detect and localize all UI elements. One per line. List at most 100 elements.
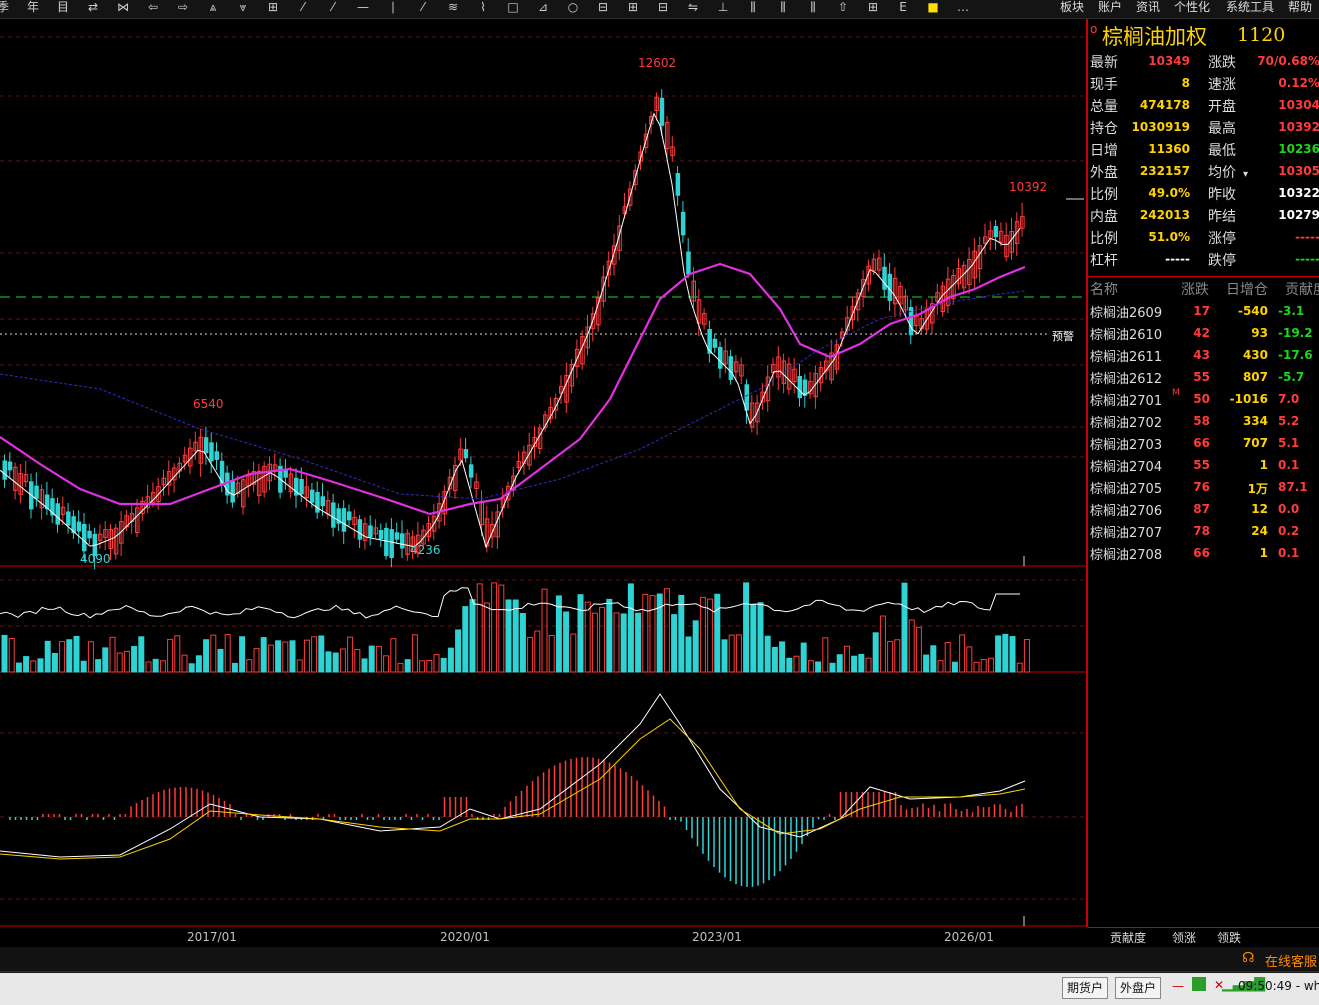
arrow-up-tool-icon[interactable]: ⇧ [830, 0, 856, 16]
volume-bar [800, 642, 807, 673]
menu-item[interactable]: 个性化 [1174, 0, 1210, 14]
vline-tool-icon[interactable]: ∣ [380, 0, 406, 16]
volume-bar [347, 636, 354, 673]
contract-row[interactable]: 棕榈油2702 58 334 5.2 [1088, 412, 1319, 434]
contract-row[interactable]: 棕榈油2610 42 93 -19.2 [1088, 324, 1319, 346]
keyboard-icon[interactable] [1192, 977, 1206, 991]
e-tool-icon[interactable]: E [890, 0, 916, 16]
contract-row[interactable]: 棕榈油2704 55 1 0.1 [1088, 456, 1319, 478]
headset-icon[interactable]: ☊ [1242, 950, 1254, 966]
up-icon[interactable]: ⩓ [200, 0, 226, 16]
quote-value: ----- [1165, 252, 1190, 266]
crosshair-icon[interactable]: ⊞ [260, 0, 286, 16]
contract-row[interactable]: 棕榈油2612 55 807 -5.7 [1088, 368, 1319, 390]
volume-bar [447, 647, 454, 673]
contract-oi-change: 430 [1242, 348, 1268, 362]
contract-row[interactable]: 棕榈油2611 43 430 -17.6 [1088, 346, 1319, 368]
contract-row[interactable]: 棕榈油2707 78 24 0.2 [1088, 522, 1319, 544]
header-change: 涨跌 [1181, 282, 1209, 298]
bar-tool-icon[interactable]: ⫼ [740, 0, 766, 16]
contract-row[interactable]: 棕榈油2609 17 -540 -3.1 [1088, 302, 1319, 324]
volume-bar [303, 639, 310, 673]
quote-row: 现手 8 速涨 0.12% [1088, 74, 1319, 96]
line-tool-icon[interactable]: ⁄ [290, 0, 316, 16]
circle-tool-icon[interactable]: ○ [560, 0, 586, 16]
fib-tool-icon[interactable]: ⌇ [470, 0, 496, 16]
candle-body [309, 489, 315, 503]
foreign-account-button[interactable]: 外盘户 [1115, 977, 1162, 999]
contract-row[interactable]: 棕榈油2701 M 50 -1016 7.0 [1088, 388, 1319, 412]
box-tool-icon[interactable]: ⊟ [590, 0, 616, 16]
wave-tool-icon[interactable]: ≋ [440, 0, 466, 16]
candle-body [680, 211, 686, 236]
contract-contribution: 87.1 [1278, 480, 1308, 494]
volume-bar [829, 662, 836, 673]
tab-contribution[interactable]: 贡献度 [1110, 929, 1146, 946]
bar2-tool-icon[interactable]: ⫼ [770, 0, 796, 16]
candle-body [87, 530, 92, 539]
contract-row[interactable]: 棕榈油2708 66 1 0.1 [1088, 544, 1319, 566]
down-icon[interactable]: ⩔ [230, 0, 256, 16]
contract-row[interactable]: 棕榈油2703 66 707 5.1 [1088, 434, 1319, 456]
candle-body [675, 173, 681, 196]
tab-leading-up[interactable]: 领涨 [1172, 929, 1196, 946]
swap-icon[interactable]: ⇄ [80, 0, 106, 16]
quote-row: 杠杆 ----- 跌停 ----- [1088, 250, 1319, 272]
volume-bar [591, 612, 598, 673]
menu-item[interactable]: 帮助 [1288, 0, 1312, 14]
quote-label: 现手 [1090, 77, 1118, 93]
bowtie-icon[interactable]: ⋈ [110, 0, 136, 16]
contract-name: 棕榈油2702 [1090, 416, 1163, 431]
menu-item[interactable]: 资讯 [1136, 0, 1160, 14]
volume-bar [1023, 639, 1030, 673]
volume-bar [671, 614, 678, 673]
header-name: 名称 [1090, 282, 1118, 298]
gann-tool-icon[interactable]: ⇋ [680, 0, 706, 16]
channel-tool-icon[interactable]: ⊟ [650, 0, 676, 16]
candle-body [55, 503, 60, 525]
connection-indicator-icon: — [1172, 979, 1184, 993]
tab-leading-down[interactable]: 领跌 [1217, 929, 1241, 946]
more-icon[interactable]: … [950, 0, 976, 16]
candle-body [378, 530, 384, 540]
contract-row[interactable]: 棕榈油2706 87 12 0.0 [1088, 500, 1319, 522]
contract-name: 棕榈油2707 [1090, 526, 1163, 541]
recent-high-label: 10392 [1009, 180, 1048, 194]
back-icon[interactable]: ⇦ [140, 0, 166, 16]
quote-value: 242013 [1139, 208, 1190, 222]
season-icon[interactable]: 季 [0, 0, 16, 16]
menu-item[interactable]: 板块 [1060, 0, 1084, 14]
candle-body [230, 481, 235, 503]
color-swatch-icon[interactable]: ■ [920, 0, 946, 16]
menu-item[interactable]: 账户 [1098, 0, 1122, 14]
menu-item[interactable]: 系统工具 [1226, 0, 1274, 14]
candle-body [320, 496, 325, 507]
grid-tool-icon[interactable]: ⊞ [620, 0, 646, 16]
volume-bar [368, 645, 375, 673]
futures-account-button[interactable]: 期货户 [1062, 977, 1109, 999]
online-service-link[interactable]: 在线客服 [1265, 951, 1317, 970]
volume-bar [743, 582, 750, 673]
bar3-tool-icon[interactable]: ⫼ [800, 0, 826, 16]
cross-tool-icon[interactable]: ⊥ [710, 0, 736, 16]
year-icon[interactable]: 年 [20, 0, 46, 16]
catalog-icon[interactable]: 目 [50, 0, 76, 16]
volume-bar [253, 648, 260, 673]
contract-contribution: -5.7 [1278, 370, 1305, 384]
table-tool-icon[interactable]: ⊞ [860, 0, 886, 16]
segment-tool-icon[interactable]: ⁄ [410, 0, 436, 16]
triangle-tool-icon[interactable]: ⊿ [530, 0, 556, 16]
avg-price-dropdown-icon[interactable]: ▾ [1243, 169, 1248, 180]
quote-label: 昨收 [1208, 187, 1236, 203]
contract-name: 棕榈油2706 [1090, 504, 1163, 519]
kline-chart-area[interactable] [0, 19, 1086, 927]
volume-bar [901, 582, 908, 673]
rect-tool-icon[interactable]: □ [500, 0, 526, 16]
forward-icon[interactable]: ⇨ [170, 0, 196, 16]
ray-tool-icon[interactable]: ⁄ [320, 0, 346, 16]
contract-row[interactable]: 棕榈油2705 76 1万 87.1 [1088, 478, 1319, 500]
hline-tool-icon[interactable]: — [350, 0, 376, 16]
volume-bar [411, 634, 418, 673]
quote-label: 昨结 [1208, 209, 1236, 225]
alert-line-label[interactable]: 预警 [1052, 328, 1074, 344]
